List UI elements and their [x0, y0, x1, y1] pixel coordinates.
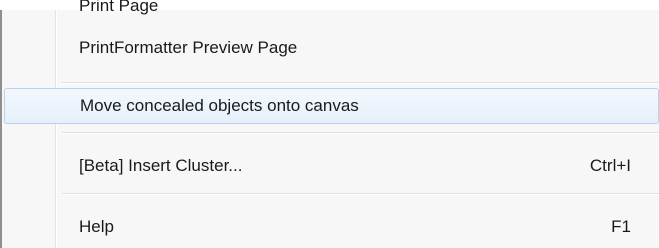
menu-item-printformatter-preview-page[interactable]: PrintFormatter Preview Page — [2, 30, 659, 66]
menu-item-shortcut: F1 — [611, 217, 631, 236]
context-menu-crop: Print Page PrintFormatter Preview Page M… — [0, 0, 659, 248]
menu-item-print-page[interactable]: Print Page — [2, 0, 659, 28]
menu-item-label: Print Page — [79, 0, 159, 15]
menu-item-move-concealed-objects[interactable]: Move concealed objects onto canvas — [4, 88, 659, 124]
menu-item-label: Move concealed objects onto canvas — [80, 96, 359, 115]
menu-separator — [62, 82, 659, 84]
menu-separator — [62, 193, 659, 195]
menu-item-insert-cluster[interactable]: [Beta] Insert Cluster... Ctrl+I — [2, 148, 659, 184]
menu-item-label: PrintFormatter Preview Page — [79, 38, 298, 57]
menu-item-label: [Beta] Insert Cluster... — [79, 156, 243, 175]
menu-item-label: Help — [79, 217, 114, 236]
menu-item-help[interactable]: Help F1 — [2, 209, 659, 245]
menu-separator — [62, 132, 659, 134]
menu-item-shortcut: Ctrl+I — [589, 156, 631, 175]
